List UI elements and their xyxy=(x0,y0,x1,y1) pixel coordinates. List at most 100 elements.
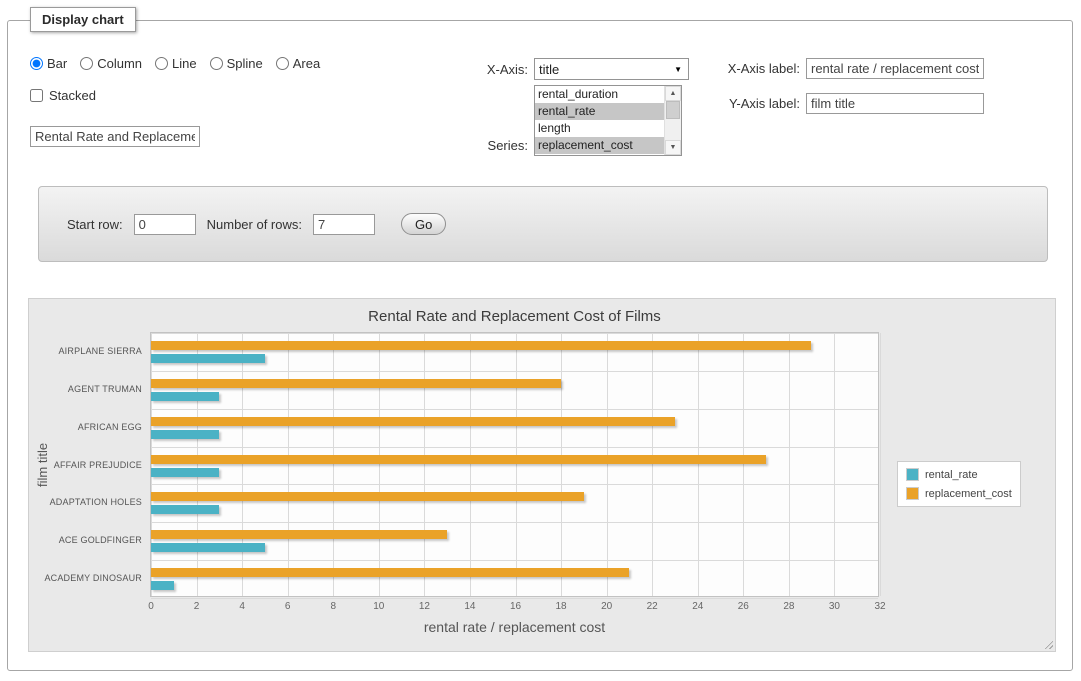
grid-line-horizontal xyxy=(151,484,878,485)
category-label: ADAPTATION HOLES xyxy=(50,497,142,507)
chart-type-option-bar[interactable]: Bar xyxy=(30,56,67,71)
x-tick-label: 28 xyxy=(783,601,794,612)
stacked-checkbox[interactable] xyxy=(30,89,43,102)
bar-rental_rate xyxy=(151,543,265,552)
stacked-label: Stacked xyxy=(49,88,96,103)
grid-line-horizontal xyxy=(151,409,878,410)
x-tick-label: 6 xyxy=(285,601,291,612)
grid-line-horizontal xyxy=(151,560,878,561)
x-tick-label: 8 xyxy=(330,601,336,612)
x-tick-label: 14 xyxy=(464,601,475,612)
bar-rental_rate xyxy=(151,581,174,590)
series-label-text: Series: xyxy=(480,138,528,153)
chart-panel: Rental Rate and Replacement Cost of Film… xyxy=(28,298,1056,652)
stacked-option[interactable]: Stacked xyxy=(30,88,96,103)
grid-line-vertical xyxy=(516,333,517,596)
chart-x-axis-title: rental rate / replacement cost xyxy=(150,619,879,635)
x-axis-row: X-Axis: title ▼ xyxy=(480,58,689,80)
grid-line-vertical xyxy=(789,333,790,596)
grid-line-vertical xyxy=(470,333,471,596)
grid-line-horizontal xyxy=(151,371,878,372)
series-options: rental_durationrental_ratelengthreplacem… xyxy=(535,86,664,155)
series-option-length[interactable]: length xyxy=(535,120,664,137)
legend-label: replacement_cost xyxy=(925,488,1012,500)
x-axis-select[interactable]: title ▼ xyxy=(534,58,689,80)
grid-line-vertical xyxy=(333,333,334,596)
chart-type-radios: Bar Column Line Spline Area xyxy=(30,56,320,71)
bar-replacement_cost xyxy=(151,417,675,426)
x-tick-label: 24 xyxy=(692,601,703,612)
grid-line-horizontal xyxy=(151,447,878,448)
chart-title: Rental Rate and Replacement Cost of Film… xyxy=(150,308,879,325)
go-button[interactable]: Go xyxy=(401,213,446,235)
number-of-rows-input[interactable] xyxy=(313,214,375,235)
series-option-rental_rate[interactable]: rental_rate xyxy=(535,103,664,120)
chart-type-label: Area xyxy=(293,56,320,71)
grid-line-horizontal xyxy=(151,598,878,599)
series-option-replacement_cost[interactable]: replacement_cost xyxy=(535,137,664,154)
start-row-input[interactable] xyxy=(134,214,196,235)
y-axis-label-row: Y-Axis label: xyxy=(712,93,984,114)
grid-line-vertical xyxy=(379,333,380,596)
chart-type-option-column[interactable]: Column xyxy=(80,56,142,71)
grid-line-horizontal xyxy=(151,522,878,523)
bar-rental_rate xyxy=(151,430,219,439)
series-option-rental_duration[interactable]: rental_duration xyxy=(535,86,664,103)
bar-rental_rate xyxy=(151,505,219,514)
series-row: Series: rental_durationrental_ratelength… xyxy=(480,85,682,156)
series-scrollbar[interactable]: ▲ ▼ xyxy=(664,86,681,155)
bar-replacement_cost xyxy=(151,455,766,464)
category-label: ACE GOLDFINGER xyxy=(59,535,142,545)
chart-type-radio-bar[interactable] xyxy=(30,57,43,70)
plot-area xyxy=(150,332,879,597)
chart-type-option-spline[interactable]: Spline xyxy=(210,56,263,71)
x-tick-label: 26 xyxy=(738,601,749,612)
chart-type-label: Bar xyxy=(47,56,67,71)
chart-type-label: Spline xyxy=(227,56,263,71)
bar-replacement_cost xyxy=(151,530,447,539)
resize-handle-icon[interactable] xyxy=(1042,638,1053,649)
grid-line-vertical xyxy=(151,333,152,596)
chart-type-label: Column xyxy=(97,56,142,71)
chart-legend: rental_rate replacement_cost xyxy=(897,461,1021,507)
grid-line-vertical xyxy=(607,333,608,596)
scrollbar-thumb[interactable] xyxy=(666,101,680,119)
grid-line-vertical xyxy=(880,333,881,596)
legend-item-replacement_cost: replacement_cost xyxy=(906,487,1012,500)
chart-type-label: Line xyxy=(172,56,197,71)
grid-line-vertical xyxy=(197,333,198,596)
legend-swatch xyxy=(906,487,919,500)
grid-line-vertical xyxy=(652,333,653,596)
chart-type-option-area[interactable]: Area xyxy=(276,56,320,71)
bar-replacement_cost xyxy=(151,492,584,501)
x-tick-label: 32 xyxy=(874,601,885,612)
start-row-label: Start row: xyxy=(67,217,123,232)
dropdown-arrow-icon: ▼ xyxy=(674,65,682,74)
grid-line-vertical xyxy=(698,333,699,596)
chart-type-radio-spline[interactable] xyxy=(210,57,223,70)
bar-replacement_cost xyxy=(151,568,629,577)
grid-line-vertical xyxy=(561,333,562,596)
scroll-up-icon[interactable]: ▲ xyxy=(665,86,681,101)
category-label: AGENT TRUMAN xyxy=(68,384,142,394)
y-axis-label-input[interactable] xyxy=(806,93,984,114)
grid-line-vertical xyxy=(288,333,289,596)
chart-type-option-line[interactable]: Line xyxy=(155,56,197,71)
x-axis-label-caption: X-Axis label: xyxy=(712,61,800,76)
chart-type-radio-line[interactable] xyxy=(155,57,168,70)
scrollbar-track[interactable] xyxy=(665,101,681,140)
legend-label: rental_rate xyxy=(925,469,978,481)
y-axis-label-caption: Y-Axis label: xyxy=(712,96,800,111)
chart-type-radio-column[interactable] xyxy=(80,57,93,70)
chart-title-input[interactable] xyxy=(30,126,200,147)
x-axis-label-input[interactable] xyxy=(806,58,984,79)
series-multiselect[interactable]: rental_durationrental_ratelengthreplacem… xyxy=(534,85,682,156)
legend-swatch xyxy=(906,468,919,481)
x-tick-label: 18 xyxy=(556,601,567,612)
chart-type-radio-area[interactable] xyxy=(276,57,289,70)
x-tick-label: 12 xyxy=(419,601,430,612)
scroll-down-icon[interactable]: ▼ xyxy=(665,140,681,155)
grid-line-vertical xyxy=(242,333,243,596)
x-axis-label-text: X-Axis: xyxy=(480,62,528,77)
x-tick-label: 22 xyxy=(647,601,658,612)
